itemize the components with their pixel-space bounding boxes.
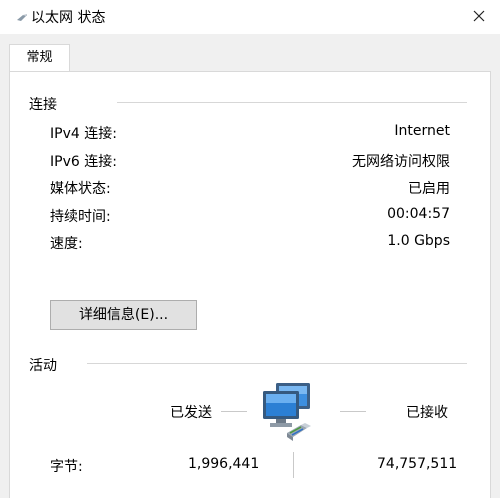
- activity-group-divider: [87, 363, 467, 364]
- window-title: 以太网 状态: [31, 10, 106, 26]
- ipv6-value: 无网络访问权限: [352, 154, 450, 170]
- title-bar: 以太网 状态: [0, 0, 500, 34]
- close-icon: [473, 10, 485, 22]
- bytes-label: 字节:: [50, 459, 83, 475]
- network-adapter-icon: [17, 14, 27, 21]
- details-button[interactable]: 详细信息(E)...: [50, 300, 197, 330]
- bytes-divider: [293, 452, 294, 478]
- ipv4-value: Internet: [394, 123, 450, 139]
- ipv4-label: IPv4 连接:: [50, 126, 117, 142]
- tab-panel-general: 连接 IPv4 连接: Internet IPv6 连接: 无网络访问权限 媒体…: [9, 71, 491, 498]
- bytes-received-value: 74,757,511: [377, 456, 458, 472]
- sent-dash: [221, 411, 247, 412]
- activity-group-title: 活动: [29, 358, 57, 374]
- media-state-value: 已启用: [408, 181, 450, 197]
- dialog-body: 常规 连接 IPv4 连接: Internet IPv6 连接: 无网络访问权限…: [0, 34, 500, 498]
- duration-value: 00:04:57: [387, 206, 450, 222]
- speed-label: 速度:: [50, 236, 83, 252]
- sent-label: 已发送: [170, 405, 212, 421]
- connection-group-divider: [117, 102, 467, 103]
- ipv6-label: IPv6 连接:: [50, 154, 117, 170]
- bytes-sent-value: 1,996,441: [188, 456, 260, 472]
- media-state-label: 媒体状态:: [50, 181, 111, 197]
- connection-group-title: 连接: [29, 97, 57, 113]
- speed-value: 1.0 Gbps: [387, 233, 450, 249]
- received-dash: [340, 411, 366, 412]
- close-button[interactable]: [462, 4, 496, 30]
- duration-label: 持续时间:: [50, 209, 111, 225]
- tab-general[interactable]: 常规: [9, 44, 70, 72]
- received-label: 已接收: [406, 405, 448, 421]
- network-computers-icon: [263, 383, 311, 441]
